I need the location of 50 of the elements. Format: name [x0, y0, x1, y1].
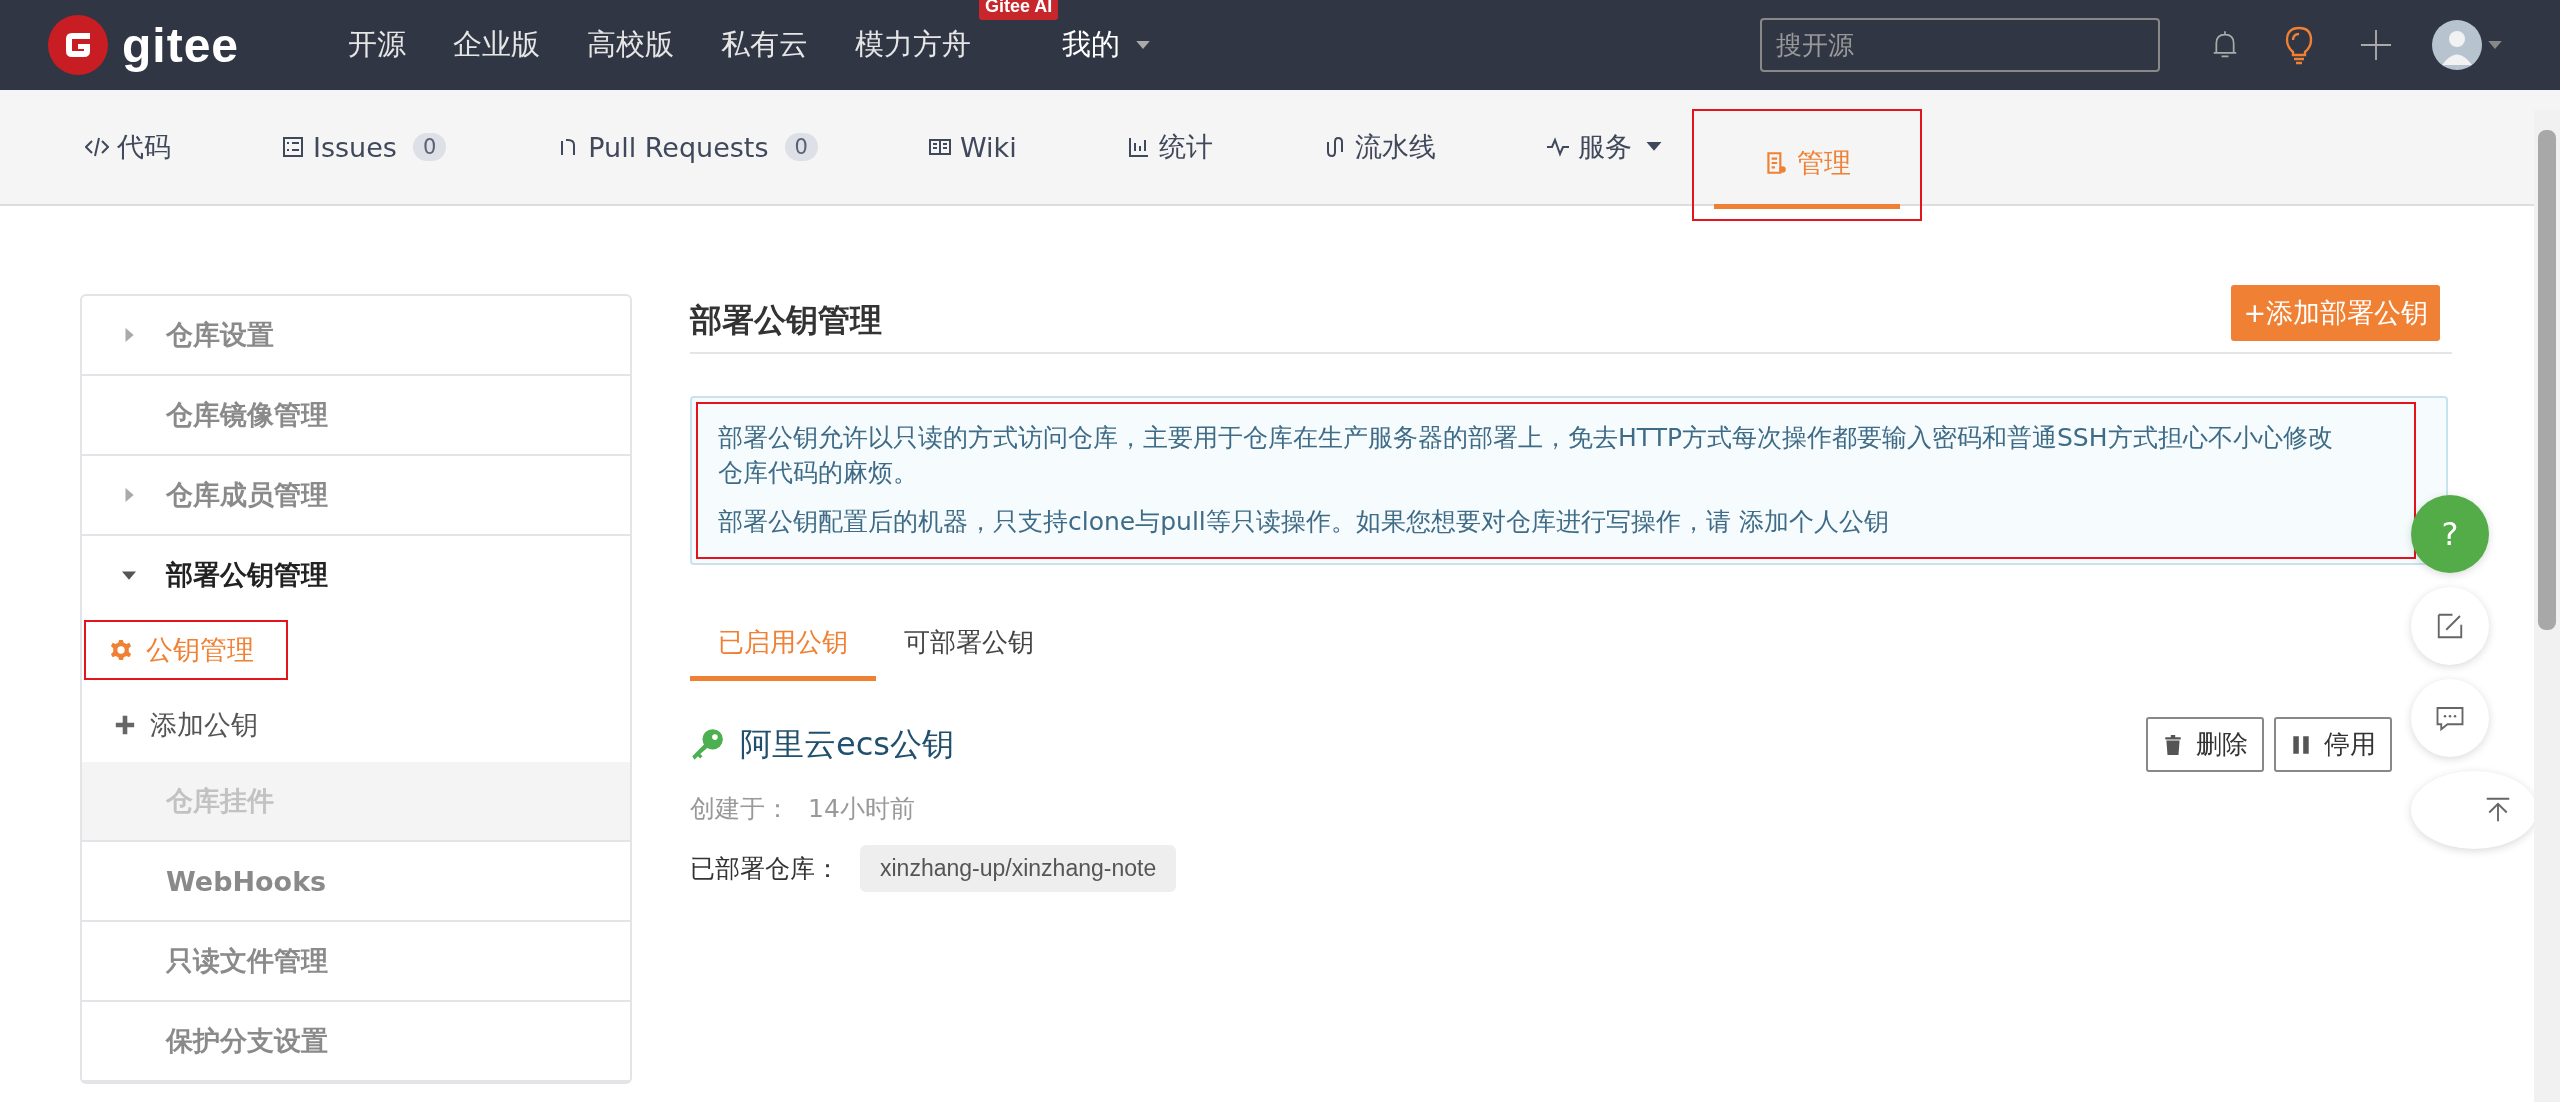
bar-chart-icon: [1126, 135, 1151, 159]
repo-tab[interactable]: Wiki: [927, 131, 1017, 163]
edit-button[interactable]: [2411, 587, 2489, 665]
repo-label: 已部署仓库：: [690, 853, 840, 885]
nav-link[interactable]: 企业版: [453, 25, 540, 65]
chat-button[interactable]: [2411, 679, 2489, 757]
nav-link[interactable]: 我的: [1062, 25, 1150, 65]
created-label: 创建于：: [690, 793, 790, 825]
code-icon: [85, 135, 109, 159]
key-icon: [690, 727, 724, 762]
lightbulb-icon[interactable]: [2284, 25, 2314, 65]
created-time: 14小时前: [808, 793, 915, 825]
plus-icon[interactable]: [2360, 29, 2392, 61]
trash-icon: [2162, 733, 2184, 756]
repo-tag[interactable]: xinzhang-up/xinzhang-note: [860, 845, 1177, 892]
scrollbar-thumb[interactable]: [2538, 130, 2556, 630]
nav-link[interactable]: 私有云: [721, 25, 808, 65]
info-text: 部署公钥允许以只读的方式访问仓库，主要用于仓库在生产服务器的部署上，免去HTTP方式每次操作都要输入密码和普通SSH方式担心不小心修改仓库代码的麻烦。: [718, 422, 2334, 489]
edit-icon: [2435, 611, 2465, 641]
caret-icon: [1136, 40, 1150, 50]
avatar-icon[interactable]: [2432, 20, 2482, 70]
repo-tab[interactable]: 代码: [85, 129, 171, 165]
repo-tab[interactable]: Issues 0: [281, 131, 447, 163]
repo-tab[interactable]: Pull Requests 0: [556, 131, 818, 163]
repo-tab[interactable]: 统计: [1126, 129, 1213, 165]
caret-icon: [1645, 142, 1662, 152]
sidebar-subitem[interactable]: 添加公钥: [82, 688, 630, 762]
key-name[interactable]: 阿里云ecs公钥: [740, 722, 954, 767]
info-text: 部署公钥配置后的机器，只支持clone与pull等只读操作。如果您想要对仓库进行写操作，请 添加个人公钥: [718, 506, 1890, 538]
search-field[interactable]: 搜开源: [1760, 18, 2160, 72]
repo-tab[interactable]: 流水线: [1322, 129, 1436, 165]
page-title: 部署公钥管理: [690, 300, 882, 341]
nav-link[interactable]: 模力方舟: [855, 25, 971, 65]
search-input[interactable]: 搜开源: [1762, 30, 2158, 60]
plus-icon: [114, 714, 136, 736]
logo-icon[interactable]: [48, 15, 108, 75]
pause-icon: [2290, 733, 2312, 756]
scrollbar[interactable]: [2534, 110, 2560, 1102]
disable-button[interactable]: 停用: [2274, 717, 2392, 772]
nav-link[interactable]: 高校版: [587, 25, 674, 65]
logo-text[interactable]: gitee: [122, 17, 240, 73]
checklist-icon: [281, 135, 305, 159]
delete-button[interactable]: 删除: [2146, 717, 2264, 772]
repo-tab[interactable]: 服务: [1545, 129, 1662, 165]
nav-link[interactable]: 开源: [348, 25, 406, 65]
caret-icon[interactable]: [2488, 40, 2502, 50]
pulse-icon: [1545, 135, 1570, 159]
sidebar-item[interactable]: 部署公钥管理: [82, 536, 630, 614]
gear-icon: [110, 639, 132, 661]
key-tab[interactable]: 可部署公钥: [876, 615, 1062, 681]
